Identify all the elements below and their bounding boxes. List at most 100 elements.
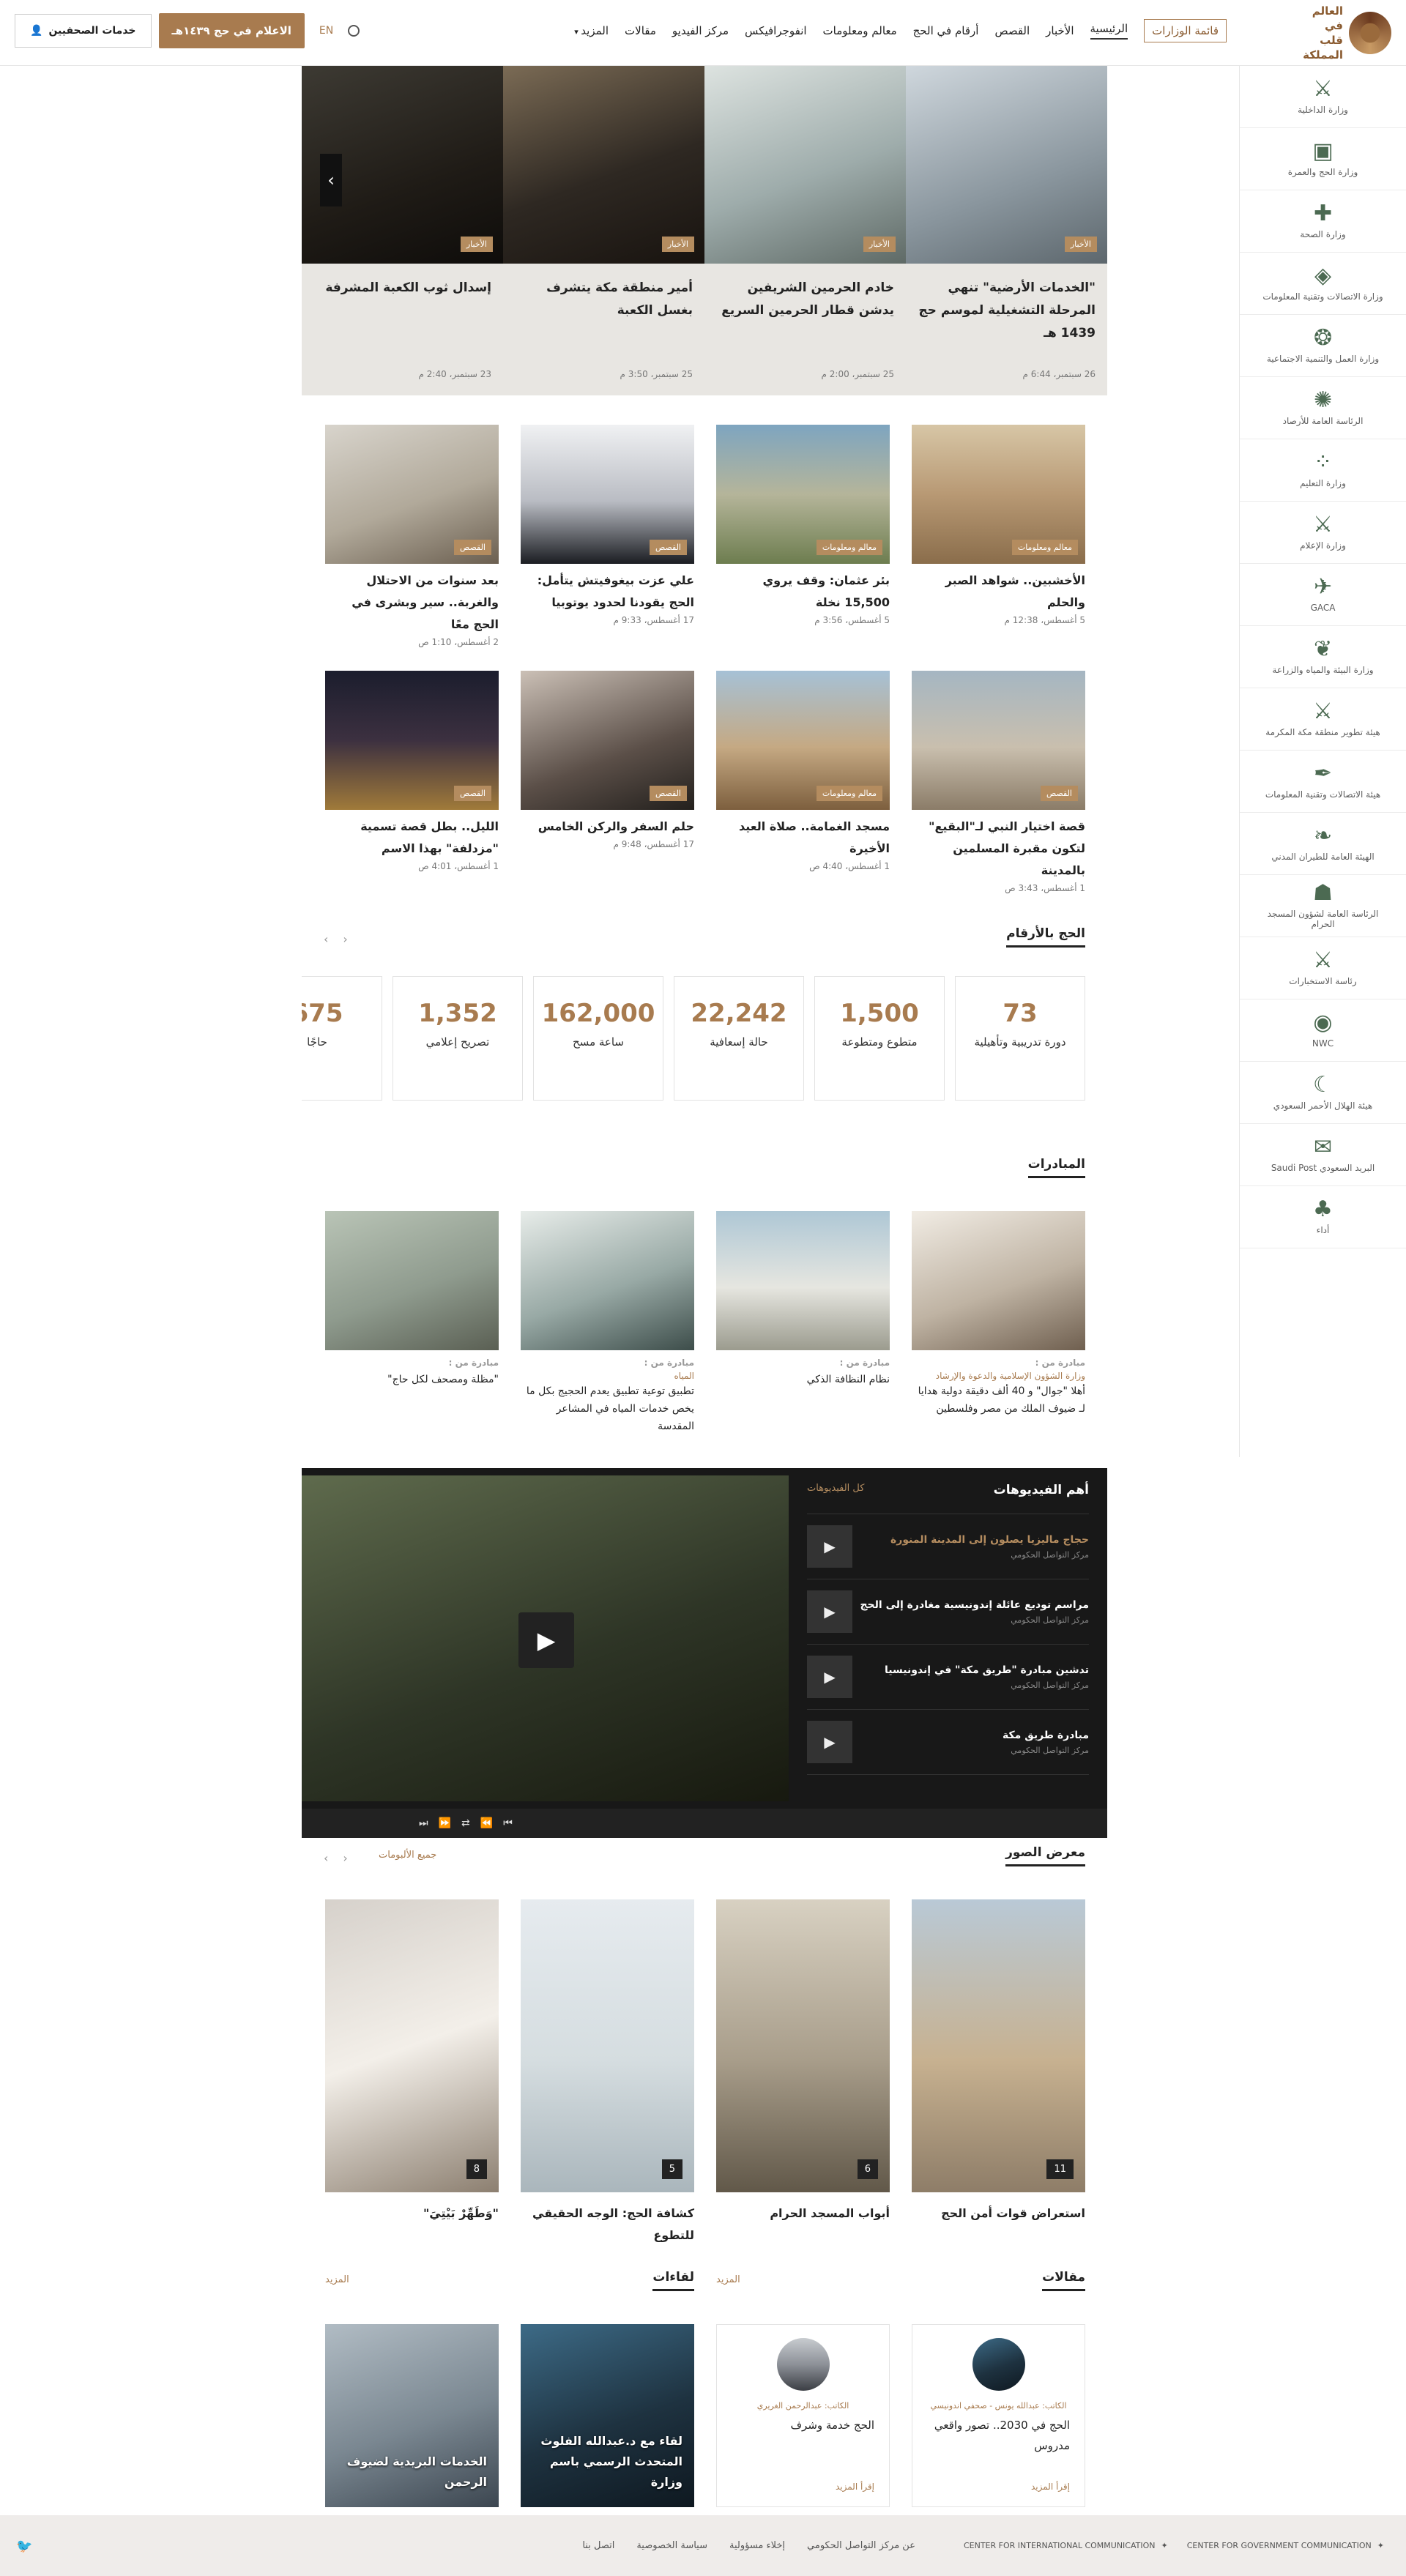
play-button-icon[interactable]: ▶ — [518, 1612, 574, 1668]
story-title[interactable]: الأخشبين.. شواهد الصبر والحلم — [912, 570, 1085, 614]
sidebar-item[interactable]: ✒ هيئة الاتصالات وتقنية المعلومات — [1240, 751, 1406, 813]
initiative-text[interactable]: نظام النظافة الذكي — [716, 1371, 890, 1388]
nav-landmarks[interactable]: معالم ومعلومات — [823, 24, 897, 37]
hero-slide[interactable]: الأخبار "الخدمات الأرضية" تنهي المرحلة ا… — [906, 66, 1107, 395]
nav-ministries[interactable]: قائمة الوزارات — [1144, 19, 1227, 42]
all-videos-link[interactable]: كل الفيديوهات — [807, 1483, 864, 1497]
footer-link-about[interactable]: عن مركز التواصل الحكومي — [807, 2540, 915, 2551]
slider-prev-arrow-icon[interactable]: › — [320, 154, 342, 206]
album-card[interactable]: 8 "وَطَهِّرْ بَيْتِيَ" — [325, 1899, 499, 2246]
article-title[interactable]: الحج خدمة وشرف — [732, 2415, 875, 2435]
site-logo[interactable]: العالم في قلب المملكة — [1303, 4, 1391, 62]
story-title[interactable]: بئر عثمان: وقف يروي 15,500 نخلة — [716, 570, 890, 614]
story-card[interactable]: القصص الليل.. بطل قصة تسمية "مزدلفة" بهذا… — [325, 671, 499, 893]
gallery-next-icon[interactable]: ‹ — [343, 1851, 347, 1865]
footer-link-contact[interactable]: اتصل بنا — [582, 2540, 614, 2551]
rewind-icon[interactable]: ⏪ — [480, 1817, 493, 1829]
meetings-more-link[interactable]: المزيد — [325, 2274, 349, 2285]
sidebar-item[interactable]: ◈ وزارة الاتصالات وتقنية المعلومات — [1240, 253, 1406, 315]
articles-more-link[interactable]: المزيد — [716, 2274, 740, 2285]
hero-slide[interactable]: الأخبار › إسدال ثوب الكعبة المشرفة 23 سبت… — [302, 66, 503, 395]
video-item[interactable]: مبادرة طريق مكة مركز التواصل الحكومي ▶ — [807, 1710, 1089, 1775]
article-card[interactable]: الكاتب: عبدالرحمن الغريري الحج خدمة وشرف إ… — [716, 2324, 890, 2507]
meeting-card[interactable]: لقاء مع د.عبدالله الفلوث المتحدث الرسمي … — [521, 2324, 694, 2507]
video-player[interactable]: ▶ — [302, 1475, 789, 1801]
nav-video-center[interactable]: مركز الفيديو — [672, 24, 729, 37]
footer-link-disclaimer[interactable]: إخلاء مسؤولية — [729, 2540, 785, 2551]
album-card[interactable]: 11 استعراض قوات أمن الحج — [912, 1899, 1085, 2246]
sidebar-item[interactable]: ⚔ هيئة تطوير منطقة مكة المكرمة — [1240, 688, 1406, 751]
album-title[interactable]: استعراض قوات أمن الحج — [912, 2203, 1085, 2225]
story-card[interactable]: القصص بعد سنوات من الاحتلال والغربة.. سير… — [325, 425, 499, 647]
language-toggle[interactable]: EN — [319, 25, 333, 37]
footer-logo-intl[interactable]: ✦ CENTER FOR INTERNATIONAL COMMUNICATION — [964, 2541, 1168, 2550]
initiative-text[interactable]: أهلا "جوال" و 40 ألف دقيقة دولية هدايا ل… — [912, 1382, 1085, 1418]
nav-more[interactable]: المزيد — [574, 24, 609, 37]
numbers-prev-icon[interactable]: › — [324, 932, 328, 946]
journalist-services-button[interactable]: خدمات الصحفيين 👤 — [15, 14, 152, 48]
footer-link-privacy[interactable]: سياسة الخصوصية — [636, 2540, 707, 2551]
story-card[interactable]: معالم ومعلومات الأخشبين.. شواهد الصبر وال… — [912, 425, 1085, 647]
story-card[interactable]: القصص قصة اختيار النبي لـ"البقيع" لتكون م… — [912, 671, 1085, 893]
footer-logo-gov[interactable]: ✦ CENTER FOR GOVERNMENT COMMUNICATION — [1187, 2541, 1384, 2550]
story-title[interactable]: بعد سنوات من الاحتلال والغربة.. سير وبشر… — [325, 570, 499, 636]
initiative-card[interactable]: مبادرة من : وزارة الشؤون الإسلامية والدعو… — [912, 1211, 1085, 1435]
sidebar-item[interactable]: ❦ وزارة البيئة والمياه والزراعة — [1240, 626, 1406, 688]
skip-forward-icon[interactable]: ⏭ — [419, 1817, 428, 1829]
sidebar-item[interactable]: ⚔ وزارة الإعلام — [1240, 502, 1406, 564]
sidebar-item[interactable]: ✈ GACA — [1240, 564, 1406, 626]
nav-infographics[interactable]: انفوجرافيكس — [745, 24, 807, 37]
numbers-next-icon[interactable]: ‹ — [343, 932, 347, 946]
album-title[interactable]: أبواب المسجد الحرام — [716, 2203, 890, 2225]
initiative-card[interactable]: مبادرة من : نظام النظافة الذكي — [716, 1211, 890, 1435]
sidebar-item[interactable]: ⚔ وزارة الداخلية — [1240, 66, 1406, 128]
initiative-card[interactable]: مبادرة من : "مظلة ومصحف لكل حاج" — [325, 1211, 499, 1435]
video-item[interactable]: حجاج ماليزيا يصلون إلى المدينة المنورة مر… — [807, 1514, 1089, 1579]
sidebar-item[interactable]: ◉ NWC — [1240, 999, 1406, 1062]
story-card[interactable]: معالم ومعلومات بئر عثمان: وقف يروي 15,500… — [716, 425, 890, 647]
story-card[interactable]: القصص علي عزت بيغوفيتش يتأمل: الحج يقودنا… — [521, 425, 694, 647]
initiative-text[interactable]: "مظلة ومصحف لكل حاج" — [325, 1371, 499, 1388]
read-more-link[interactable]: إقرأ المزيد — [836, 2482, 874, 2492]
nav-stories[interactable]: القصص — [994, 24, 1030, 37]
video-item[interactable]: مراسم توديع عائلة إندونيسية مغادرة إلى ا… — [807, 1579, 1089, 1645]
story-card[interactable]: معالم ومعلومات مسجد الغمامة.. صلاة العيد … — [716, 671, 890, 893]
story-title[interactable]: حلم السفر والركن الخامس — [521, 816, 694, 838]
all-albums-link[interactable]: جميع الألبومات — [379, 1850, 436, 1861]
nav-hajj-numbers[interactable]: أرقام في الحج — [913, 24, 979, 37]
album-card[interactable]: 6 أبواب المسجد الحرام — [716, 1899, 890, 2246]
search-icon[interactable] — [348, 25, 360, 37]
hero-slide[interactable]: الأخبار أمير منطقة مكة يتشرف بغسل الكعبة… — [503, 66, 704, 395]
shuffle-icon[interactable]: ⇄ — [461, 1817, 470, 1829]
sidebar-item[interactable]: ▣ وزارة الحج والعمرة — [1240, 128, 1406, 190]
sidebar-item[interactable]: ✉ البريد السعودي Saudi Post — [1240, 1124, 1406, 1186]
sidebar-item[interactable]: ✚ وزارة الصحة — [1240, 190, 1406, 253]
album-title[interactable]: كشافة الحج: الوجه الحقيقي للتطوع — [521, 2203, 694, 2246]
initiative-card[interactable]: مبادرة من : المياه تطبيق توعية تطبيق يعدم … — [521, 1211, 694, 1435]
sidebar-item[interactable]: ❂ وزارة العمل والتنمية الاجتماعية — [1240, 315, 1406, 377]
story-title[interactable]: قصة اختيار النبي لـ"البقيع" لتكون مقبرة … — [912, 816, 1085, 882]
sidebar-item[interactable]: ♣ أداء — [1240, 1186, 1406, 1248]
album-card[interactable]: 5 كشافة الحج: الوجه الحقيقي للتطوع — [521, 1899, 694, 2246]
initiative-text[interactable]: تطبيق توعية تطبيق يعدم الحجيج بكل ما يخص… — [521, 1382, 694, 1435]
story-title[interactable]: علي عزت بيغوفيتش يتأمل: الحج يقودنا لحدو… — [521, 570, 694, 614]
story-card[interactable]: القصص حلم السفر والركن الخامس 17 أغسطس، 9:… — [521, 671, 694, 893]
hero-slide[interactable]: الأخبار خادم الحرمين الشريفين يدشن قطار … — [704, 66, 906, 395]
nav-articles[interactable]: مقالات — [625, 24, 656, 37]
skip-back-icon[interactable]: ⏮ — [503, 1817, 513, 1829]
sidebar-item[interactable]: ❧ الهيئة العامة للطيران المدني — [1240, 813, 1406, 875]
meeting-card[interactable]: الخدمات البريدية لضيوف الرحمن — [325, 2324, 499, 2507]
sidebar-item[interactable]: ☾ هيئة الهلال الأحمر السعودي — [1240, 1062, 1406, 1124]
story-title[interactable]: مسجد الغمامة.. صلاة العيد الأخيرة — [716, 816, 890, 860]
album-title[interactable]: "وَطَهِّرْ بَيْتِيَ" — [325, 2203, 499, 2225]
gallery-prev-icon[interactable]: › — [324, 1851, 328, 1865]
article-card[interactable]: الكاتب: عبدالله يونس - صحفي اندونيسي الحج… — [912, 2324, 1085, 2507]
media-hajj-button[interactable]: الاعلام في حج ١٤٣٩هـ — [158, 13, 305, 48]
story-title[interactable]: الليل.. بطل قصة تسمية "مزدلفة" بهذا الاس… — [325, 816, 499, 860]
twitter-icon[interactable]: 🐦 — [16, 2539, 32, 2554]
nav-news[interactable]: الأخبار — [1046, 24, 1074, 37]
nav-home[interactable]: الرئيسية — [1090, 22, 1128, 40]
sidebar-item[interactable]: ⚔ رئاسة الاستخبارات — [1240, 937, 1406, 999]
article-title[interactable]: الحج في 2030.. تصور واقعي مدروس — [927, 2415, 1070, 2456]
sidebar-item[interactable]: ✺ الرئاسة العامة للأرصاد — [1240, 377, 1406, 439]
